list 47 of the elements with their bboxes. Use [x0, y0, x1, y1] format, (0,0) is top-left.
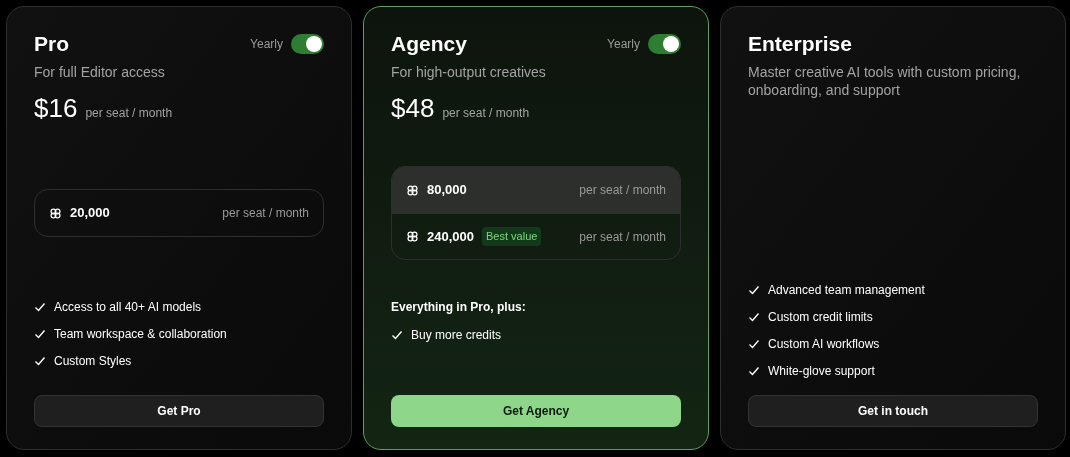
credit-option[interactable]: 80,000 per seat / month: [392, 167, 680, 213]
price: $16: [34, 92, 78, 125]
check-icon: [748, 365, 760, 377]
feature-item: Custom Styles: [54, 353, 132, 370]
best-value-badge: Best value: [482, 227, 542, 246]
feature-item: Advanced team management: [768, 282, 925, 299]
flower-icon: [406, 183, 419, 197]
credit-option[interactable]: 240,000 Best value per seat / month: [392, 213, 680, 259]
check-icon: [391, 329, 403, 341]
credit-unit: per seat / month: [222, 205, 309, 222]
toggle-label: Yearly: [607, 36, 640, 53]
cta-button[interactable]: Get Agency: [391, 395, 681, 427]
feature-item: White-glove support: [768, 363, 875, 380]
flower-icon: [406, 230, 419, 243]
yearly-toggle[interactable]: [648, 34, 681, 54]
check-icon: [748, 284, 760, 296]
plan-description: For high-output creatives: [391, 63, 547, 81]
credit-unit: per seat / month: [579, 228, 666, 246]
cta-button[interactable]: Get in touch: [748, 395, 1038, 427]
yearly-toggle[interactable]: [291, 34, 324, 54]
flower-icon: [49, 206, 62, 220]
feature-item: Custom credit limits: [768, 309, 873, 326]
credit-amount: 20,000: [70, 204, 110, 223]
feature-item: Team workspace & collaboration: [54, 326, 227, 343]
plan-name: Pro: [34, 31, 69, 58]
credit-unit: per seat / month: [579, 182, 666, 199]
features-heading: Everything in Pro, plus:: [391, 299, 527, 316]
check-icon: [748, 311, 760, 323]
price-unit: per seat / month: [85, 105, 173, 122]
price: $48: [391, 92, 435, 125]
toggle-label: Yearly: [250, 36, 283, 53]
check-icon: [748, 338, 760, 350]
price-unit: per seat / month: [442, 105, 530, 122]
check-icon: [34, 355, 46, 367]
credit-amount: 240,000: [427, 227, 474, 246]
check-icon: [34, 328, 46, 340]
cta-button[interactable]: Get Pro: [34, 395, 324, 427]
feature-item: Custom AI workflows: [768, 336, 880, 353]
plan-description: Master creative AI tools with custom pricing, onboarding, and support: [748, 63, 1022, 99]
credit-option[interactable]: 20,000 per seat / month: [35, 190, 323, 236]
plan-name: Enterprise: [748, 31, 852, 58]
plan-name: Agency: [391, 31, 467, 58]
credit-amount: 80,000: [427, 181, 467, 200]
feature-item: Access to all 40+ AI models: [54, 299, 202, 316]
check-icon: [34, 301, 46, 313]
feature-item: Buy more credits: [411, 327, 502, 344]
plan-description: For full Editor access: [34, 63, 166, 81]
